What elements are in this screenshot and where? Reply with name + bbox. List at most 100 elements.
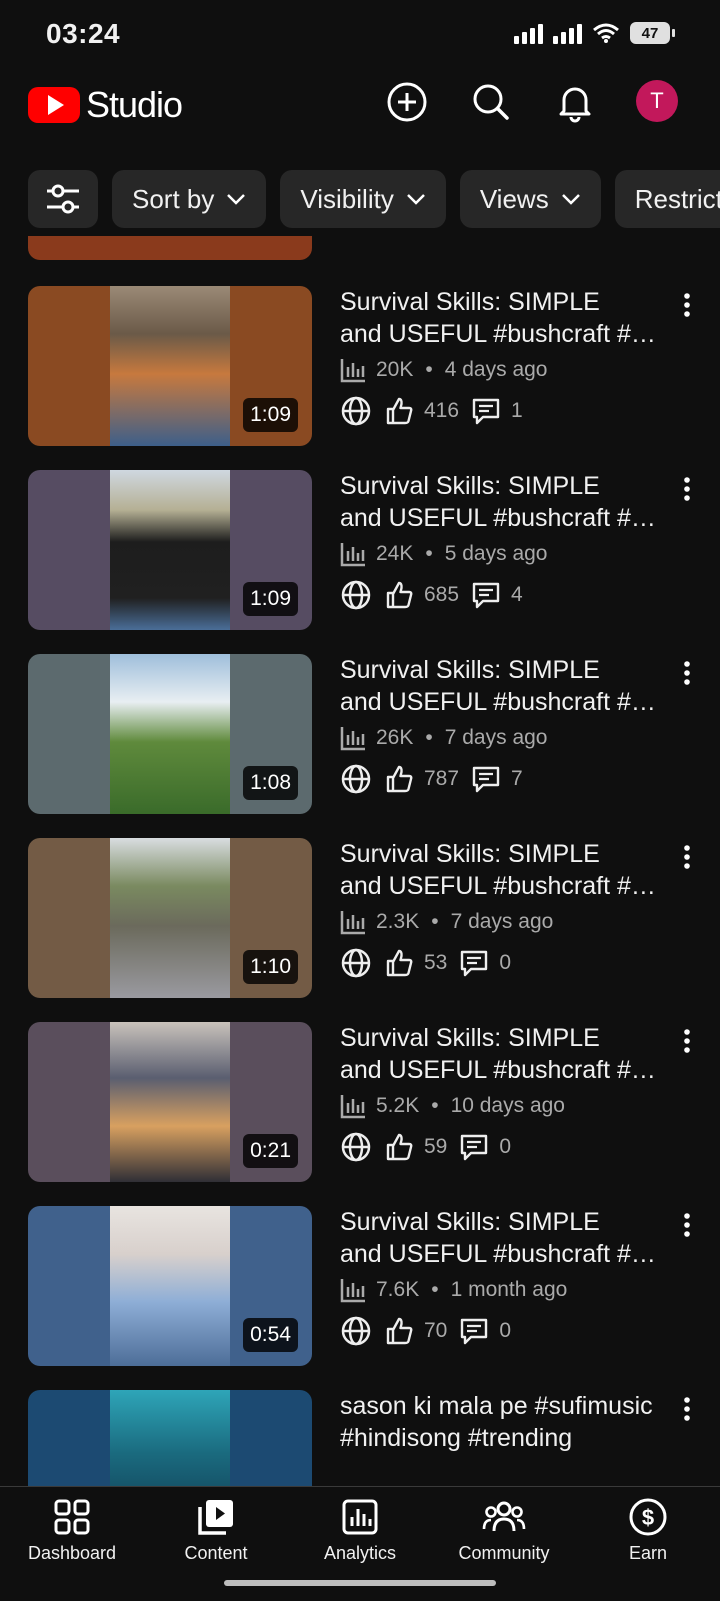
video-thumbnail[interactable] bbox=[28, 1390, 312, 1486]
nav-earn[interactable]: $ Earn bbox=[576, 1497, 720, 1564]
filter-settings-button[interactable] bbox=[28, 170, 98, 228]
more-options-icon[interactable] bbox=[672, 1210, 702, 1240]
app-name: Studio bbox=[86, 84, 183, 125]
sliders-icon bbox=[47, 184, 79, 214]
more-options-icon[interactable] bbox=[672, 658, 702, 688]
analytics-bars-icon bbox=[340, 1095, 365, 1119]
more-options-icon[interactable] bbox=[672, 290, 702, 320]
title-line-1: Survival Skills: SIMPLE bbox=[340, 1024, 600, 1052]
globe-public-icon bbox=[341, 764, 371, 794]
search-icon[interactable] bbox=[467, 78, 515, 126]
video-duration: 1:10 bbox=[243, 950, 298, 984]
analytics-icon bbox=[342, 1499, 378, 1535]
account-avatar[interactable]: T bbox=[636, 80, 678, 122]
chevron-down-icon bbox=[561, 194, 580, 205]
video-title[interactable]: Survival Skills: SIMPLE and USEFUL #bushc… bbox=[340, 470, 670, 534]
video-list-item[interactable]: 1:09 Survival Skills: SIMPLE and USEFUL #… bbox=[0, 470, 720, 630]
thumbs-up-icon bbox=[386, 581, 413, 609]
title-line-1: sason ki mala pe #sufimusic bbox=[340, 1392, 653, 1420]
wifi-icon bbox=[593, 23, 619, 43]
title-line-2: and USEFUL #bushcraft #… bbox=[340, 688, 656, 716]
thumbs-up-icon bbox=[386, 1317, 413, 1345]
home-indicator[interactable] bbox=[224, 1580, 496, 1586]
restrictions-chip[interactable]: Restrict bbox=[614, 170, 720, 228]
nav-label: Content bbox=[184, 1543, 248, 1563]
thumbs-up-icon bbox=[386, 397, 413, 425]
upload-age: 5 days ago bbox=[444, 542, 548, 565]
video-thumbnail[interactable]: 1:09 bbox=[28, 286, 312, 446]
video-title[interactable]: Survival Skills: SIMPLE and USEFUL #bushc… bbox=[340, 1022, 670, 1086]
video-thumbnail-partial[interactable] bbox=[28, 236, 312, 260]
video-list-item[interactable]: 1:09 Survival Skills: SIMPLE and USEFUL #… bbox=[0, 286, 720, 446]
nav-dashboard[interactable]: Dashboard bbox=[0, 1497, 144, 1564]
comment-icon bbox=[461, 1134, 488, 1161]
video-thumbnail[interactable]: 1:09 bbox=[28, 470, 312, 630]
video-list-item[interactable]: sason ki mala pe #sufimusic #hindisong #t… bbox=[0, 1390, 720, 1486]
title-line-1: Survival Skills: SIMPLE bbox=[340, 656, 600, 684]
analytics-bars-icon bbox=[340, 359, 365, 383]
video-title[interactable]: Survival Skills: SIMPLE and USEFUL #bushc… bbox=[340, 1206, 670, 1270]
view-count: 24K bbox=[376, 542, 414, 565]
video-thumbnail[interactable]: 0:21 bbox=[28, 1022, 312, 1182]
comment-icon bbox=[461, 1318, 488, 1345]
video-duration: 0:54 bbox=[243, 1318, 298, 1352]
video-title[interactable]: Survival Skills: SIMPLE and USEFUL #bushc… bbox=[340, 838, 670, 902]
comment-count: 0 bbox=[499, 951, 512, 974]
sort-by-chip[interactable]: Sort by bbox=[112, 170, 267, 228]
globe-public-icon bbox=[341, 1132, 371, 1162]
nav-community[interactable]: Community bbox=[432, 1497, 576, 1564]
comment-count: 7 bbox=[511, 767, 523, 790]
video-duration: 1:09 bbox=[243, 582, 298, 616]
status-icons: 47 bbox=[514, 22, 675, 44]
comment-count: 1 bbox=[511, 399, 523, 422]
more-options-icon[interactable] bbox=[672, 1026, 702, 1056]
chip-label: Restrict bbox=[634, 183, 720, 214]
like-count: 70 bbox=[424, 1319, 448, 1342]
video-thumbnail[interactable]: 1:10 bbox=[28, 838, 312, 998]
more-options-icon[interactable] bbox=[672, 1394, 702, 1424]
upload-age: 7 days ago bbox=[450, 910, 554, 933]
views-chip[interactable]: Views bbox=[459, 170, 601, 228]
title-line-1: Survival Skills: SIMPLE bbox=[340, 840, 600, 868]
video-thumbnail[interactable]: 0:54 bbox=[28, 1206, 312, 1366]
community-icon bbox=[482, 1501, 526, 1532]
view-count: 5.2K bbox=[376, 1094, 420, 1117]
title-line-2: and USEFUL #bushcraft #… bbox=[340, 872, 656, 900]
thumbs-up-icon bbox=[386, 765, 413, 793]
earn-dollar-icon: $ bbox=[629, 1498, 667, 1536]
status-time: 03:24 bbox=[46, 18, 121, 49]
view-count: 26K bbox=[376, 726, 414, 749]
signal-icon bbox=[514, 22, 543, 44]
more-options-icon[interactable] bbox=[672, 474, 702, 504]
video-list-item[interactable]: 1:08 Survival Skills: SIMPLE and USEFUL #… bbox=[0, 654, 720, 814]
video-thumbnail[interactable]: 1:08 bbox=[28, 654, 312, 814]
upload-age: 1 month ago bbox=[450, 1278, 568, 1301]
nav-analytics[interactable]: Analytics bbox=[288, 1497, 432, 1564]
globe-public-icon bbox=[341, 1316, 371, 1346]
video-list-item[interactable]: 0:54 Survival Skills: SIMPLE and USEFUL #… bbox=[0, 1206, 720, 1366]
video-list[interactable]: 1:09 Survival Skills: SIMPLE and USEFUL #… bbox=[0, 236, 720, 1486]
upload-age: 7 days ago bbox=[444, 726, 548, 749]
video-list-item[interactable]: 0:21 Survival Skills: SIMPLE and USEFUL #… bbox=[0, 1022, 720, 1182]
filter-bar: Sort by Visibility Views Restrict bbox=[28, 170, 720, 228]
thumbs-up-icon bbox=[386, 949, 413, 977]
video-title[interactable]: Survival Skills: SIMPLE and USEFUL #bushc… bbox=[340, 286, 670, 350]
title-line-2: and USEFUL #bushcraft #… bbox=[340, 504, 656, 532]
battery-icon: 47 bbox=[630, 22, 675, 44]
create-icon[interactable] bbox=[383, 78, 431, 126]
video-list-item[interactable]: 1:10 Survival Skills: SIMPLE and USEFUL #… bbox=[0, 838, 720, 998]
nav-content[interactable]: Content bbox=[144, 1497, 288, 1564]
studio-logo[interactable]: Studio bbox=[28, 84, 183, 126]
like-count: 787 bbox=[424, 767, 460, 790]
upload-age: 4 days ago bbox=[444, 358, 548, 381]
more-options-icon[interactable] bbox=[672, 842, 702, 872]
view-count: 20K bbox=[376, 358, 414, 381]
nav-label: Dashboard bbox=[27, 1543, 117, 1563]
notifications-bell-icon[interactable] bbox=[551, 78, 599, 126]
video-title[interactable]: sason ki mala pe #sufimusic #hindisong #t… bbox=[340, 1390, 670, 1454]
chip-label: Sort by bbox=[132, 183, 215, 214]
visibility-chip[interactable]: Visibility bbox=[280, 170, 446, 228]
video-duration: 1:09 bbox=[243, 398, 298, 432]
video-title[interactable]: Survival Skills: SIMPLE and USEFUL #bushc… bbox=[340, 654, 670, 718]
youtube-logo-icon bbox=[28, 87, 80, 123]
